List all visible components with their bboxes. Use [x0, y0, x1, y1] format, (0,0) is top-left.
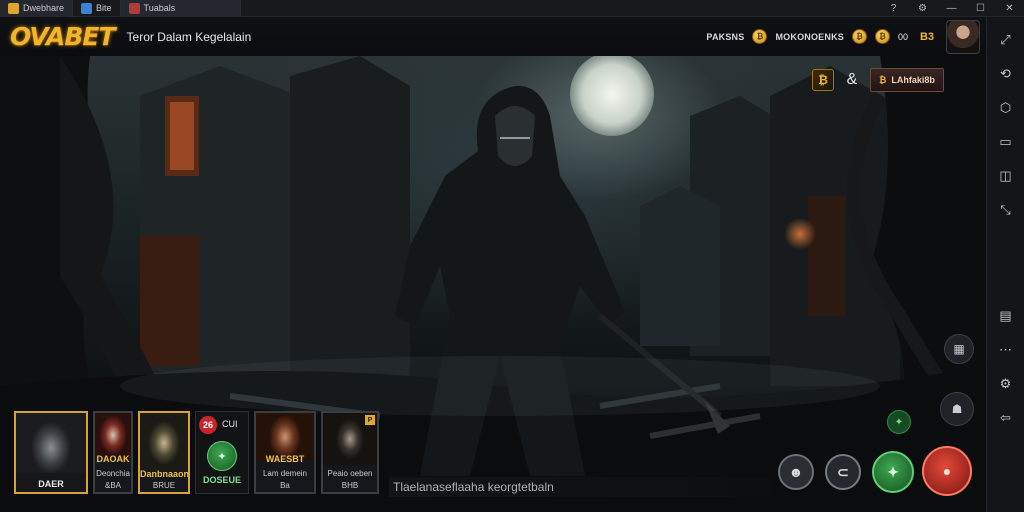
character-portrait	[16, 413, 86, 473]
tab-dwebhare[interactable]: Dwebhare	[0, 0, 74, 17]
character-card[interactable]: Danbnaaon BRUE	[138, 411, 190, 494]
app-logo-icon	[8, 2, 19, 14]
boost-label: LAhfaki8b	[891, 75, 935, 85]
tab-bite[interactable]: Bite	[73, 0, 121, 17]
coin-icon: ₿	[851, 29, 867, 44]
currency-value: 00	[897, 31, 908, 42]
game-title: Teror Dalam Kegelalain	[126, 29, 252, 44]
emulator-sidebar: ⤢ ⟲ ⬡ ▭ ◫ ⤡ ▤ ⋯ ⚙ ⇦	[986, 17, 1024, 512]
inventory-button[interactable]: ▦	[944, 334, 974, 364]
character-card[interactable]: DAOAK Deonchia &BA	[93, 411, 133, 494]
minimize-button[interactable]: —	[937, 3, 966, 14]
map-button[interactable]: ☗	[940, 392, 974, 426]
gold-icon: ₿	[874, 29, 890, 44]
attack-button[interactable]: ●	[922, 446, 972, 496]
in-game-controls: ₿ & ₿ LAhfaki8b	[812, 68, 944, 92]
notification-badge: 26	[199, 416, 217, 434]
ready-icon: ✦	[207, 441, 237, 471]
character-portrait	[95, 413, 131, 457]
news-ticker: Tlaelanaseflaaha keorgtetbaln	[389, 477, 769, 497]
shake-icon[interactable]: ⬡	[995, 97, 1017, 119]
settings-icon[interactable]: ⚙	[995, 373, 1017, 395]
screenshot-icon[interactable]: ▭	[995, 131, 1017, 153]
shield-action-button[interactable]: ⊂	[825, 454, 861, 490]
header-item-mokonoenks[interactable]: MOKONOENKS	[775, 32, 844, 42]
header-actions: PAKSNS ₿ MOKONOENKS ₿ ₿ 00 B3	[706, 17, 980, 56]
record-icon[interactable]: ◫	[995, 165, 1017, 187]
expand-icon[interactable]: ⤡	[995, 199, 1017, 221]
avatar[interactable]	[946, 19, 980, 54]
tab-bar: Dwebhare Bite Tuabals ? ⚙ — ☐ ✕	[0, 0, 1024, 17]
fullscreen-icon[interactable]: ⤢	[995, 29, 1017, 51]
character-card[interactable]: P Peaio oeben BHB	[321, 411, 379, 494]
character-action-button[interactable]: ☻	[778, 454, 814, 490]
window-controls: ? ⚙ — ☐ ✕	[879, 0, 1024, 17]
coin-icon: ₿	[752, 29, 768, 44]
close-button[interactable]: ✕	[995, 3, 1024, 14]
character-card[interactable]: WAESBT Lam demein Ba	[254, 411, 316, 494]
status-card[interactable]: 26 CUI ✦ DOSEUE	[195, 411, 249, 494]
more-icon[interactable]: ⋯	[995, 339, 1017, 361]
help-icon[interactable]: ?	[879, 3, 908, 14]
back-icon[interactable]: ⇦	[995, 407, 1017, 429]
link-icon[interactable]: &	[842, 70, 862, 90]
premium-badge: P	[365, 415, 375, 425]
game-scene[interactable]: ₿ & ₿ LAhfaki8b ▦ ☗ ✦ ☻ ⊂ ✦ ● DAER DAOAK…	[0, 56, 986, 512]
emulator-window: Dwebhare Bite Tuabals ? ⚙ — ☐ ✕ OVABET T…	[0, 0, 1024, 512]
coin-shop-button[interactable]: ₿	[812, 69, 834, 91]
brand-logo[interactable]: OVABET	[10, 22, 116, 51]
skill-small-button[interactable]: ✦	[887, 410, 911, 434]
game-tab-icon	[128, 2, 140, 14]
character-roster: DAER DAOAK Deonchia &BA Danbnaaon BRUE 2…	[14, 411, 379, 494]
rank-badge-button[interactable]: B3	[916, 26, 938, 48]
maximize-button[interactable]: ☐	[966, 3, 995, 14]
game-header: OVABET Teror Dalam Kegelalain PAKSNS ₿ M…	[0, 17, 986, 56]
character-card[interactable]: DAER	[14, 411, 88, 494]
skill-action-button[interactable]: ✦	[872, 451, 914, 493]
settings-icon[interactable]: ⚙	[908, 3, 937, 14]
header-item-paksns[interactable]: PAKSNS	[706, 32, 744, 42]
rotate-icon[interactable]: ⟲	[995, 63, 1017, 85]
tab-tuabals[interactable]: Tuabals	[120, 0, 241, 17]
moon-shape	[570, 56, 654, 136]
folder-icon[interactable]: ▤	[995, 305, 1017, 327]
boost-button[interactable]: ₿ LAhfaki8b	[870, 68, 944, 92]
browser-icon	[81, 2, 93, 14]
character-portrait	[140, 413, 188, 473]
gold-icon: ₿	[879, 75, 887, 85]
